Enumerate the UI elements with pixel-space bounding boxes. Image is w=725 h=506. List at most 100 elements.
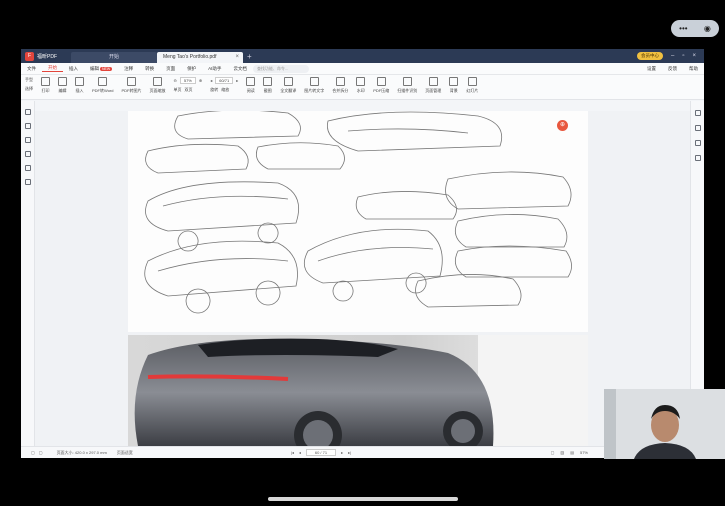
- minimize-icon[interactable]: –: [671, 53, 674, 59]
- background-label: 背景: [449, 88, 458, 93]
- view-scroll-icon[interactable]: ▤: [570, 450, 574, 455]
- merge-icon: [335, 77, 345, 86]
- read-mode-button[interactable]: 阅读: [242, 77, 259, 94]
- edit-label: 编辑: [58, 88, 67, 93]
- translate-panel-icon[interactable]: [694, 125, 701, 131]
- next-page-icon[interactable]: ▸: [236, 78, 238, 83]
- background-button[interactable]: 背景: [445, 77, 462, 94]
- search-icon[interactable]: [24, 151, 31, 157]
- page-manage-button[interactable]: 页面管理: [421, 77, 445, 94]
- scale-button[interactable]: 缩放: [221, 87, 229, 93]
- menu-comment[interactable]: 注释: [118, 66, 139, 72]
- watermark-button[interactable]: 水印: [352, 77, 369, 94]
- print-button[interactable]: 打印: [37, 77, 54, 94]
- select-tool-button[interactable]: 选择: [25, 86, 33, 92]
- last-page-icon[interactable]: ▸|: [348, 450, 351, 455]
- bookmark-toggle-icon[interactable]: ▢: [39, 450, 43, 455]
- scan-label: 扫描件识别: [397, 88, 418, 93]
- layers-icon[interactable]: [24, 179, 31, 185]
- page-number-input[interactable]: 60 / 71: [305, 449, 337, 456]
- ocr-button[interactable]: 图片转文字: [300, 77, 328, 94]
- document-canvas[interactable]: ⊕: [35, 111, 690, 446]
- float-action-icon[interactable]: ⊕: [557, 120, 568, 131]
- zoom-in-icon[interactable]: ⊕: [199, 78, 202, 83]
- capsule-menu[interactable]: ••• ◉: [671, 20, 719, 37]
- ai-panel-icon[interactable]: [694, 140, 701, 146]
- slideshow-button[interactable]: 幻灯片: [462, 77, 482, 94]
- pdf-to-word-label: PDF转Word: [92, 88, 114, 93]
- edit-icon: [58, 77, 67, 86]
- vip-center-button[interactable]: 会员中心: [637, 52, 663, 60]
- tab-document[interactable]: Meng Tao’s Portfolio.pdf ×: [157, 52, 243, 63]
- hand-tool-button[interactable]: 手型: [25, 77, 33, 83]
- scan-icon: [402, 77, 412, 86]
- view-single-icon[interactable]: ▢: [551, 450, 555, 455]
- compress-button[interactable]: PDF压缩: [369, 77, 393, 94]
- close-mini-icon[interactable]: ◉: [704, 24, 711, 33]
- pages-icon: [428, 77, 438, 86]
- pdf-reader-window: F 福昕PDF 开始 Meng Tao’s Portfolio.pdf × + …: [21, 49, 704, 458]
- screen: ••• ◉ F 福昕PDF 开始 Meng Tao’s Portfolio.pd…: [0, 0, 725, 506]
- print-icon: [41, 77, 50, 86]
- new-tab-icon[interactable]: +: [247, 52, 252, 61]
- home-indicator[interactable]: [268, 497, 458, 501]
- pdf-to-word-button[interactable]: PDF转Word: [88, 77, 117, 94]
- single-page-button[interactable]: 单页: [173, 87, 181, 93]
- bookmark-icon[interactable]: [24, 137, 31, 143]
- zoom-value[interactable]: 57%: [179, 77, 196, 84]
- ocr-label: 图片转文字: [304, 88, 325, 93]
- scissors-icon: [263, 77, 273, 86]
- menu-ai[interactable]: AI助手: [202, 66, 227, 72]
- translate-icon: [283, 77, 293, 86]
- double-page-button[interactable]: 双页: [184, 87, 192, 93]
- menu-insert[interactable]: 插入: [63, 66, 84, 72]
- menu-home[interactable]: 开始: [42, 65, 63, 72]
- menu-convert[interactable]: 转换: [139, 66, 160, 72]
- app-logo-icon: F: [25, 51, 34, 61]
- more-icon[interactable]: •••: [679, 24, 687, 33]
- close-window-icon[interactable]: ×: [692, 53, 696, 59]
- menu-protect[interactable]: 保护: [181, 66, 202, 72]
- zoom-status-text[interactable]: 57%: [580, 450, 588, 455]
- slideshow-label: 幻灯片: [466, 88, 479, 93]
- menu-list-icon[interactable]: [24, 109, 31, 115]
- menu-edit-label: 编辑: [90, 65, 99, 71]
- page-zoom-button[interactable]: 页面缩放: [145, 77, 169, 94]
- menu-file[interactable]: 文件: [21, 66, 42, 72]
- zoom-out-icon[interactable]: ⊖: [173, 78, 176, 83]
- prev-icon[interactable]: ◂: [299, 450, 301, 455]
- properties-icon[interactable]: [694, 110, 701, 116]
- rotate-button[interactable]: 旋转: [210, 87, 218, 93]
- insert-button[interactable]: 插入: [71, 77, 88, 94]
- ribbon-toolbar: 手型 选择 打印 编辑 插入 PDF转Word PDF转图片 页面缩放 ⊖ 57%…: [21, 75, 704, 100]
- word-icon: [98, 77, 108, 86]
- menu-cloud[interactable]: 云文档: [227, 66, 253, 72]
- prev-page-icon[interactable]: ◂: [210, 78, 212, 83]
- thumbnail-toggle-icon[interactable]: ▢: [31, 450, 35, 455]
- screenshot-button[interactable]: 截图: [259, 77, 276, 94]
- maximize-icon[interactable]: ▫: [682, 53, 684, 59]
- edit-button[interactable]: 编辑: [54, 77, 71, 94]
- scan-ocr-button[interactable]: 扫描件识别: [393, 77, 421, 94]
- tab-home[interactable]: 开始: [71, 52, 157, 63]
- page-counter-input[interactable]: 60/71: [215, 77, 234, 84]
- new-badge: NEW: [100, 66, 113, 71]
- first-page-icon[interactable]: |◂: [291, 450, 294, 455]
- menu-help[interactable]: 帮助: [683, 66, 704, 72]
- pdf-to-image-button[interactable]: PDF转图片: [117, 77, 145, 94]
- menu-settings[interactable]: 设置: [641, 66, 662, 72]
- menu-edit[interactable]: 编辑 NEW: [84, 66, 118, 72]
- merge-split-button[interactable]: 合并拆分: [328, 77, 352, 94]
- attachment-icon[interactable]: [24, 165, 31, 171]
- translate-button[interactable]: 全文翻译: [276, 77, 300, 94]
- screenshot-label: 截图: [263, 88, 272, 93]
- close-tab-icon[interactable]: ×: [235, 52, 239, 63]
- pdf-page-sketches: ⊕: [128, 111, 588, 332]
- next-icon[interactable]: ▸: [341, 450, 343, 455]
- menu-feedback[interactable]: 反馈: [662, 66, 683, 72]
- settings-panel-icon[interactable]: [694, 155, 701, 161]
- menu-page[interactable]: 页面: [160, 66, 181, 72]
- view-double-icon[interactable]: ▥: [560, 450, 564, 455]
- pen-icon[interactable]: [24, 123, 31, 129]
- feature-search-input[interactable]: 查找功能、命令...: [252, 64, 309, 73]
